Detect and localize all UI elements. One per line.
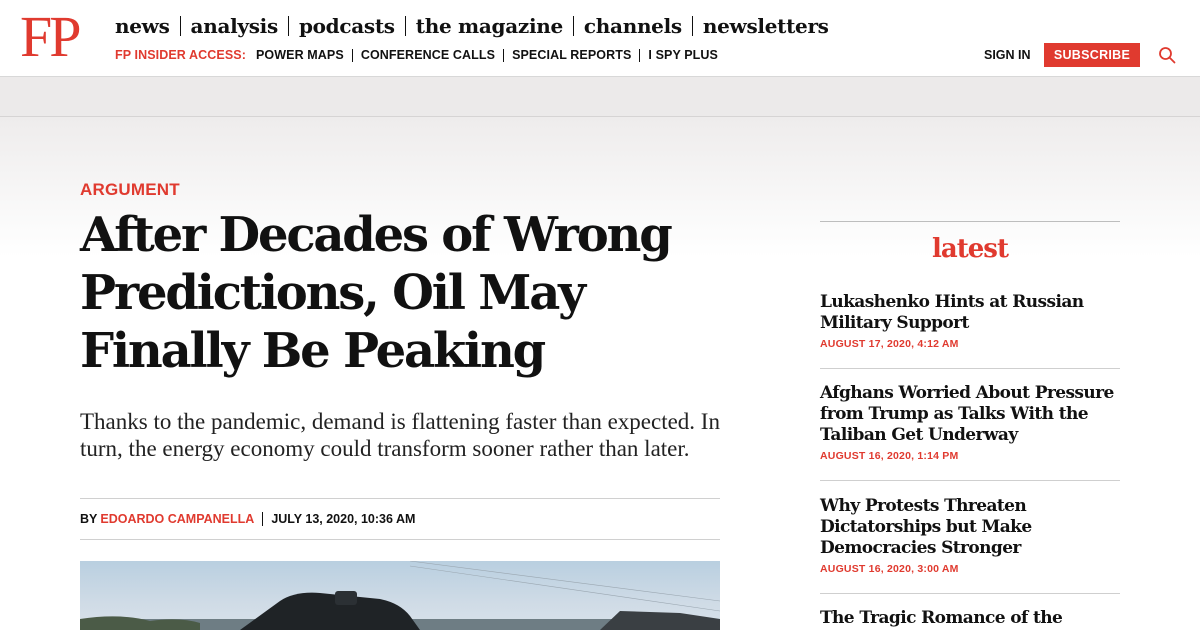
sign-in-link[interactable]: SIGN IN <box>984 48 1031 62</box>
nav-divider <box>404 16 406 36</box>
latest-story[interactable]: Why Protests Threaten Dictatorships but … <box>820 496 1120 575</box>
insider-access-label: FP INSIDER ACCESS: <box>115 48 246 62</box>
search-icon[interactable] <box>1158 46 1176 64</box>
subnav-power-maps[interactable]: POWER MAPS <box>256 48 344 62</box>
nav-newsletters[interactable]: newsletters <box>703 13 829 39</box>
story-title[interactable]: Afghans Worried About Pressure from Trum… <box>820 383 1120 446</box>
nav-divider <box>572 16 574 36</box>
nav-divider <box>179 16 181 36</box>
subnav-divider <box>639 48 641 62</box>
story-time: AUGUST 16, 2020, 1:14 PM <box>820 450 959 462</box>
byline: BY EDOARDO CAMPANELLA JULY 13, 2020, 10:… <box>80 498 720 540</box>
subnav-special-reports[interactable]: SPECIAL REPORTS <box>512 48 631 62</box>
subnav-i-spy-plus[interactable]: I SPY PLUS <box>648 48 718 62</box>
nav-the-magazine[interactable]: the magazine <box>416 13 563 39</box>
subnav-divider <box>351 48 353 62</box>
nav-channels[interactable]: channels <box>584 13 682 39</box>
site-header: FP news analysis podcasts the magazine c… <box>0 0 1200 77</box>
nav-divider <box>287 16 289 36</box>
story-title[interactable]: Why Protests Threaten Dictatorships but … <box>820 496 1120 559</box>
story-divider <box>820 593 1120 594</box>
story-divider <box>820 480 1120 481</box>
subnav-conference-calls[interactable]: CONFERENCE CALLS <box>361 48 495 62</box>
fp-logo[interactable]: FP <box>20 8 81 66</box>
byline-divider <box>262 512 264 526</box>
article-hero-image <box>80 561 720 630</box>
story-title[interactable]: The Tragic Romance of the Middle- <box>820 608 1120 630</box>
author-link[interactable]: EDOARDO CAMPANELLA <box>100 512 254 526</box>
publish-date: JULY 13, 2020, 10:36 AM <box>271 512 416 526</box>
article-headline: After Decades of Wrong Predictions, Oil … <box>80 207 673 379</box>
latest-story[interactable]: Lukashenko Hints at Russian Military Sup… <box>820 292 1120 350</box>
story-time: AUGUST 17, 2020, 4:12 AM <box>820 338 959 350</box>
nav-news[interactable]: news <box>115 13 170 39</box>
latest-story[interactable]: The Tragic Romance of the Middle- <box>820 608 1120 630</box>
insider-nav: FP INSIDER ACCESS: POWER MAPS CONFERENCE… <box>115 48 718 62</box>
latest-divider-top <box>820 221 1120 222</box>
byline-by: BY <box>80 512 98 526</box>
latest-story[interactable]: Afghans Worried About Pressure from Trum… <box>820 383 1120 462</box>
ad-band <box>0 77 1200 117</box>
nav-analysis[interactable]: analysis <box>191 13 279 39</box>
article-kicker[interactable]: ARGUMENT <box>80 180 180 200</box>
nav-divider <box>691 16 693 36</box>
subscribe-button[interactable]: SUBSCRIBE <box>1044 43 1140 67</box>
story-title[interactable]: Lukashenko Hints at Russian Military Sup… <box>820 292 1120 334</box>
story-time: AUGUST 16, 2020, 3:00 AM <box>820 563 959 575</box>
latest-heading: latest <box>932 234 1009 264</box>
article-dek: Thanks to the pandemic, demand is flatte… <box>80 409 720 461</box>
story-divider <box>820 368 1120 369</box>
main-nav: news analysis podcasts the magazine chan… <box>115 13 829 39</box>
subnav-divider <box>503 48 505 62</box>
nav-podcasts[interactable]: podcasts <box>299 13 395 39</box>
